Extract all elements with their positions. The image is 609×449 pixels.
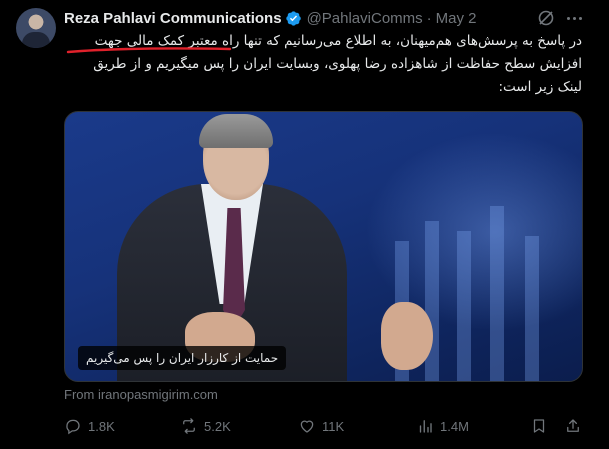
tweet-text-line: لینک زیر است: xyxy=(498,79,582,95)
backdrop-column xyxy=(490,206,504,381)
author-avatar[interactable] xyxy=(16,8,56,48)
more-options-icon[interactable] xyxy=(562,8,586,28)
tweet-media-image[interactable]: حمایت از کارزار ایران را پس می‌گیریم xyxy=(64,111,583,382)
like-count: 11K xyxy=(322,418,345,434)
view-count: 1.4M xyxy=(440,418,469,434)
views-button[interactable]: 1.4M xyxy=(416,415,469,437)
repost-count: 5.2K xyxy=(204,418,231,434)
tweet-date[interactable]: May 2 xyxy=(436,10,477,27)
tweet-card[interactable]: Reza Pahlavi Communications @PahlaviComm… xyxy=(0,0,609,449)
tweet-header: Reza Pahlavi Communications @PahlaviComm… xyxy=(64,8,477,28)
reply-icon xyxy=(66,419,80,435)
link-source[interactable]: From iranopasmigirim.com xyxy=(64,387,218,402)
author-name[interactable]: Reza Pahlavi Communications xyxy=(64,10,282,27)
tweet-text-line: افزایش سطح حفاظت از شاهزاده رضا پهلوی، و… xyxy=(93,56,582,72)
views-chart-icon xyxy=(419,420,432,433)
repost-icon xyxy=(183,418,195,434)
tweet-text: در پاسخ به پرسش‌های هم‌میهنان، به اطلاع … xyxy=(64,30,582,99)
heart-icon xyxy=(300,420,314,433)
author-handle[interactable]: @PahlaviComms xyxy=(307,10,423,27)
backdrop-column xyxy=(525,236,539,381)
backdrop-column xyxy=(457,231,471,381)
avatar-figure xyxy=(22,32,50,48)
verified-badge-icon[interactable] xyxy=(285,10,302,27)
action-bar: 1.8K 5.2K 11K 1.4M xyxy=(64,415,583,437)
repost-button[interactable]: 5.2K xyxy=(180,415,231,437)
like-button[interactable]: 11K xyxy=(298,415,344,437)
speaker-right-hand xyxy=(381,302,433,370)
bookmark-icon xyxy=(533,419,545,433)
share-button[interactable] xyxy=(564,415,582,437)
grok-icon[interactable] xyxy=(536,8,556,28)
red-underline-annotation xyxy=(66,47,232,54)
header-separator: · xyxy=(426,9,432,27)
speaker-hair xyxy=(199,114,273,148)
bookmark-button[interactable] xyxy=(530,415,548,437)
reply-button[interactable]: 1.8K xyxy=(64,415,115,437)
media-caption: حمایت از کارزار ایران را پس می‌گیریم xyxy=(78,346,287,370)
share-icon xyxy=(567,419,579,432)
reply-count: 1.8K xyxy=(88,418,115,434)
